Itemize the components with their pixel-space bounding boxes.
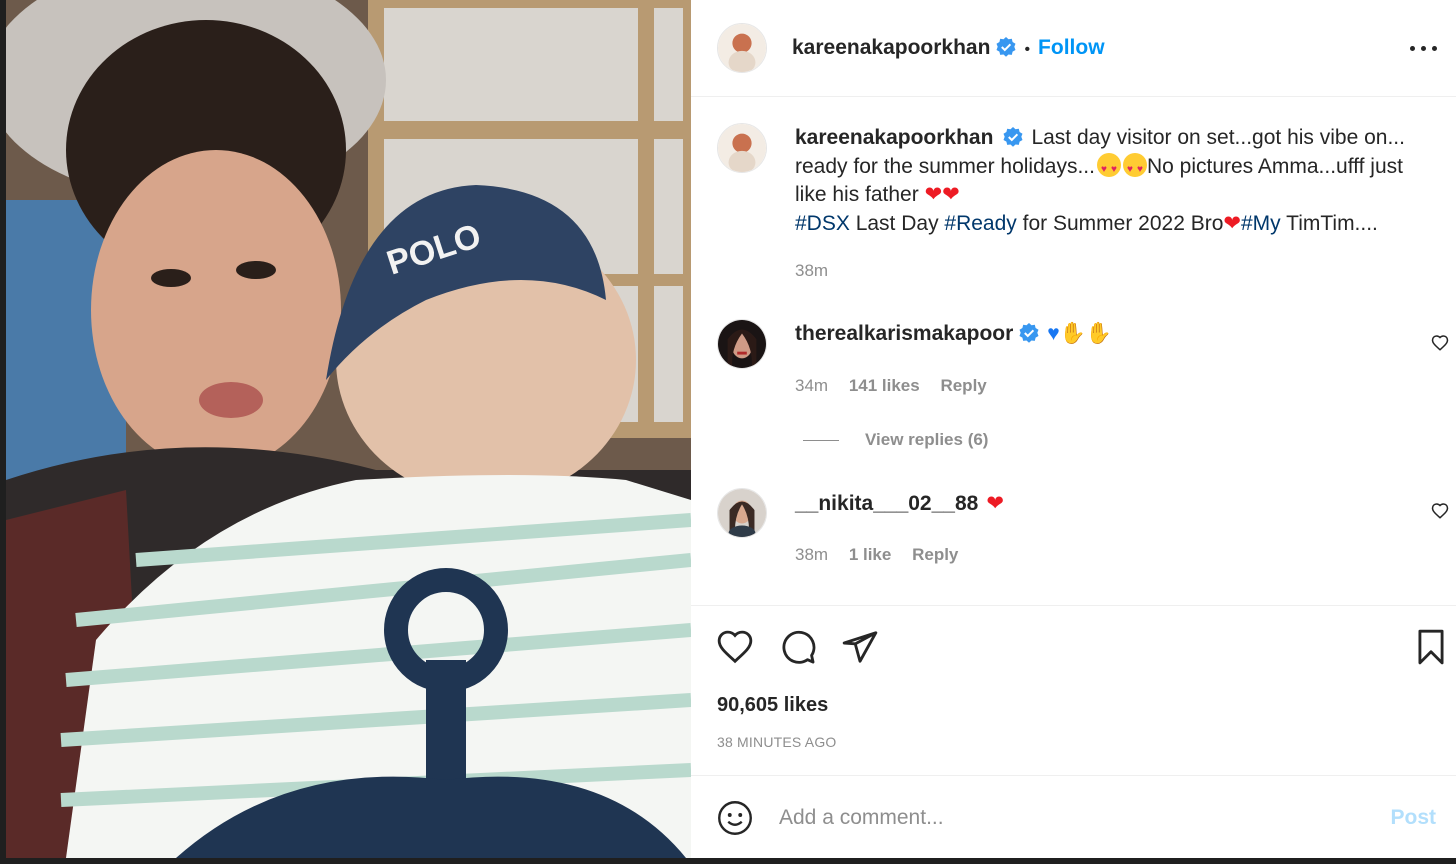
follow-button[interactable]: Follow xyxy=(1038,36,1105,59)
caption-text-3: Last Day xyxy=(849,211,945,235)
post-details-panel: kareenakapoorkhan • Follow kareenakapoorkh… xyxy=(691,0,1456,858)
post-header: kareenakapoorkhan • Follow xyxy=(691,0,1456,97)
more-options-icon[interactable] xyxy=(1410,36,1440,60)
paper-plane-icon[interactable] xyxy=(841,628,879,666)
verified-badge-icon xyxy=(996,37,1016,57)
smiley-icon[interactable] xyxy=(717,800,753,836)
heart-eyes-emoji-icon xyxy=(1122,152,1147,184)
comment-avatar-nikita[interactable] xyxy=(717,488,767,538)
view-replies-button[interactable]: View replies (6) xyxy=(803,430,988,450)
comment-1-meta: 34m 141 likes Reply xyxy=(795,376,987,396)
add-comment-input[interactable] xyxy=(779,802,1369,834)
header-separator: • xyxy=(1024,41,1031,58)
comment-2-reply-button[interactable]: Reply xyxy=(912,545,958,564)
comment-bubble-icon[interactable] xyxy=(779,628,817,666)
blue-heart-emoji-icon: ♥ xyxy=(1047,322,1060,345)
post-time-ago[interactable]: 38 MINUTES AGO xyxy=(717,734,837,750)
post-comment-button[interactable]: Post xyxy=(1390,806,1436,830)
raised-hands-emoji-icon: ✋✋ xyxy=(1059,322,1113,345)
comment-1-like-heart-icon[interactable] xyxy=(1431,334,1449,352)
comment-1: therealkarismakapoor ♥✋✋ xyxy=(795,322,1112,346)
hashtag-my[interactable]: #My xyxy=(1241,212,1281,235)
red-heart-emoji-icon: ❤ xyxy=(924,183,943,206)
caption-text-4: for Summer 2022 Bro xyxy=(1016,211,1224,235)
comment-avatar-image xyxy=(718,489,766,537)
actions-divider xyxy=(691,605,1456,606)
red-heart-emoji-icon: ❤ xyxy=(942,183,960,206)
post-caption: kareenakapoorkhan Last day visitor on set… xyxy=(795,124,1415,238)
comment-2-likes[interactable]: 1 like xyxy=(849,545,892,564)
red-heart-emoji-icon: ❤ xyxy=(1223,211,1241,235)
post-modal: POLO kareenakapoorkhan • Follow kareenak… xyxy=(0,0,1456,864)
heart-icon[interactable] xyxy=(716,628,754,666)
author-avatar[interactable] xyxy=(717,23,767,73)
header-author-row: kareenakapoorkhan • Follow xyxy=(792,36,1105,60)
verified-badge-icon xyxy=(1019,323,1039,343)
bookmark-icon[interactable] xyxy=(1412,628,1450,666)
hashtag-dsx[interactable]: #DSX xyxy=(795,212,850,235)
header-username[interactable]: kareenakapoorkhan xyxy=(792,36,990,59)
heart-eyes-emoji-icon xyxy=(1096,152,1121,184)
add-comment-bar: Post xyxy=(691,775,1456,858)
caption-username[interactable]: kareenakapoorkhan xyxy=(795,126,993,149)
caption-text-5: TimTim.... xyxy=(1280,211,1378,235)
verified-badge-icon xyxy=(1003,127,1023,147)
comment-2-like-heart-icon[interactable] xyxy=(1431,502,1449,520)
comment-2: __nikita___02__88 ❤ xyxy=(795,491,1004,516)
post-photo[interactable]: POLO xyxy=(6,0,691,858)
comment-1-likes[interactable]: 141 likes xyxy=(849,376,920,395)
author-avatar-image xyxy=(718,24,766,72)
comment-avatar-image xyxy=(718,320,766,368)
caption-author-avatar[interactable] xyxy=(717,123,767,173)
comment-1-username[interactable]: therealkarismakapoor xyxy=(795,322,1013,345)
comment-1-reply-button[interactable]: Reply xyxy=(940,376,986,395)
caption-timestamp[interactable]: 38m xyxy=(795,261,828,281)
hashtag-ready[interactable]: #Ready xyxy=(944,212,1016,235)
comment-avatar-karisma[interactable] xyxy=(717,319,767,369)
caption-avatar-image xyxy=(718,124,766,172)
photo-illustration: POLO xyxy=(6,0,691,858)
comment-1-time[interactable]: 34m xyxy=(795,376,828,395)
comment-2-time[interactable]: 38m xyxy=(795,545,828,564)
view-replies-label: View replies (6) xyxy=(865,430,989,449)
like-count[interactable]: 90,605 likes xyxy=(717,694,828,717)
red-heart-emoji-icon: ❤ xyxy=(986,492,1004,515)
comment-2-username[interactable]: __nikita___02__88 xyxy=(795,492,978,515)
view-replies-line xyxy=(803,440,839,442)
comment-2-meta: 38m 1 like Reply xyxy=(795,545,958,565)
